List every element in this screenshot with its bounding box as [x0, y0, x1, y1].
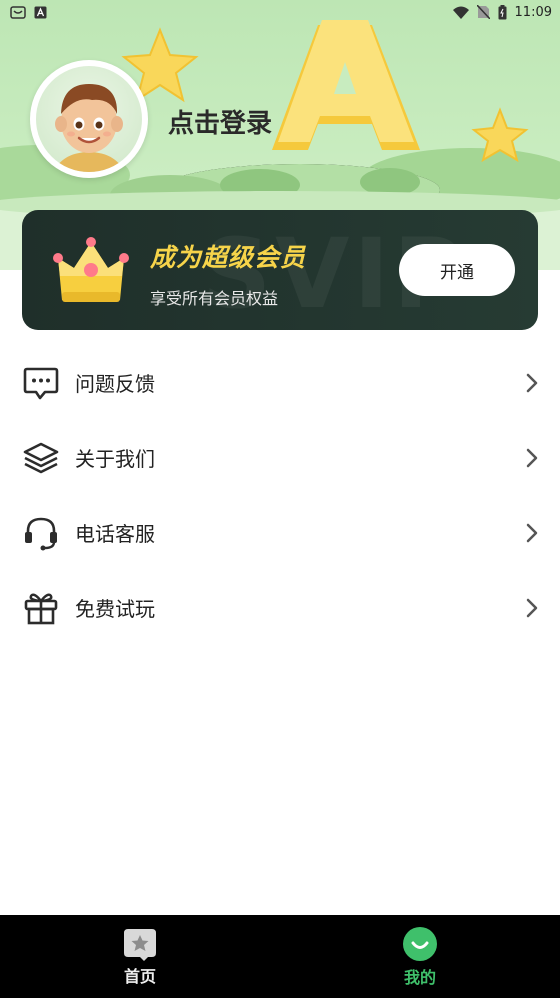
nav-mine[interactable]: 我的	[280, 915, 560, 998]
battery-icon	[498, 4, 507, 20]
chevron-right-icon	[526, 523, 538, 542]
nav-mine-label: 我的	[403, 967, 436, 987]
headset-icon	[22, 514, 60, 552]
chevron-right-icon	[526, 598, 538, 617]
no-sim-icon	[476, 5, 490, 19]
menu-label-about: 关于我们	[75, 447, 155, 471]
menu-label-feedback: 问题反馈	[75, 372, 155, 396]
chevron-right-icon	[526, 373, 538, 392]
letter-a-icon	[272, 20, 420, 150]
wifi-icon	[452, 6, 469, 19]
a-letter-icon	[34, 6, 47, 19]
vip-subtitle: 享受所有会员权益	[150, 289, 279, 308]
login-prompt[interactable]: 点击登录	[168, 103, 272, 140]
status-bar: 11:09	[0, 0, 560, 24]
gift-icon	[22, 589, 60, 627]
nav-home-label: 首页	[123, 966, 156, 986]
bottom-nav: 首页 我的	[0, 915, 560, 998]
menu-item-phone-support[interactable]: 电话客服	[0, 495, 560, 570]
settings-menu: 问题反馈 关于我们 电话客服 免费试玩	[0, 345, 560, 645]
menu-label-phone-support: 电话客服	[75, 522, 155, 546]
status-time: 11:09	[514, 4, 552, 20]
menu-label-free-trial: 免费试玩	[75, 597, 155, 621]
android-notification-icon	[10, 5, 26, 19]
chevron-right-icon	[526, 448, 538, 467]
open-vip-button[interactable]: 开通	[399, 244, 515, 296]
smile-icon	[403, 926, 437, 961]
chat-bubble-icon	[22, 364, 60, 402]
avatar[interactable]	[30, 60, 148, 178]
menu-item-about[interactable]: 关于我们	[0, 420, 560, 495]
layers-icon	[22, 439, 60, 477]
menu-item-feedback[interactable]: 问题反馈	[0, 345, 560, 420]
vip-title: 成为超级会员	[150, 243, 307, 272]
vip-card[interactable]: SVIP 成为超级会员 享受所有会员权益 开通	[22, 210, 538, 330]
home-star-icon	[124, 928, 156, 961]
crown-icon	[53, 237, 129, 302]
child-avatar-icon	[55, 84, 123, 172]
menu-item-free-trial[interactable]: 免费试玩	[0, 570, 560, 645]
nav-home[interactable]: 首页	[0, 915, 280, 998]
